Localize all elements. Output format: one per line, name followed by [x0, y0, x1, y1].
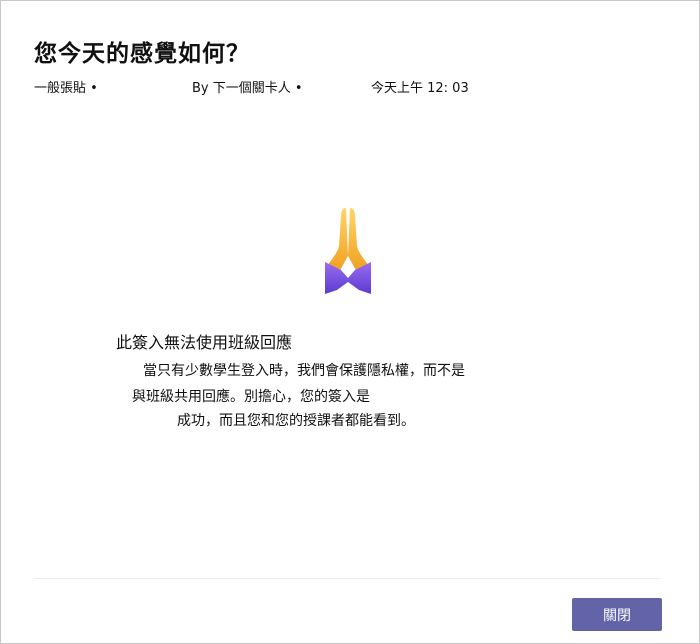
message-title: 此簽入無法使用班級回應 — [116, 333, 293, 352]
message-line-2: 與班級共用回應。別擔心，您的簽入是 — [132, 389, 370, 405]
folded-hands-icon — [325, 208, 371, 294]
message-line-3: 成功，而且您和您的授課者都能看到。 — [177, 413, 415, 429]
timestamp: 今天上午 12: 03 — [371, 81, 469, 96]
footer-divider — [34, 578, 661, 579]
message-line-1: 當只有少數學生登入時，我們會保護隱私權，而不是 — [143, 363, 465, 379]
close-button[interactable]: 關閉 — [572, 598, 662, 631]
channel-label: 一般張貼 • — [34, 81, 98, 96]
dialog-title: 您今天的感覺如何？ — [34, 41, 250, 67]
check-in-dialog: 您今天的感覺如何？ 一般張貼 • By 下一個關卡人 • 今天上午 12: 03… — [0, 0, 700, 644]
author-label: By 下一個關卡人 • — [192, 81, 303, 96]
